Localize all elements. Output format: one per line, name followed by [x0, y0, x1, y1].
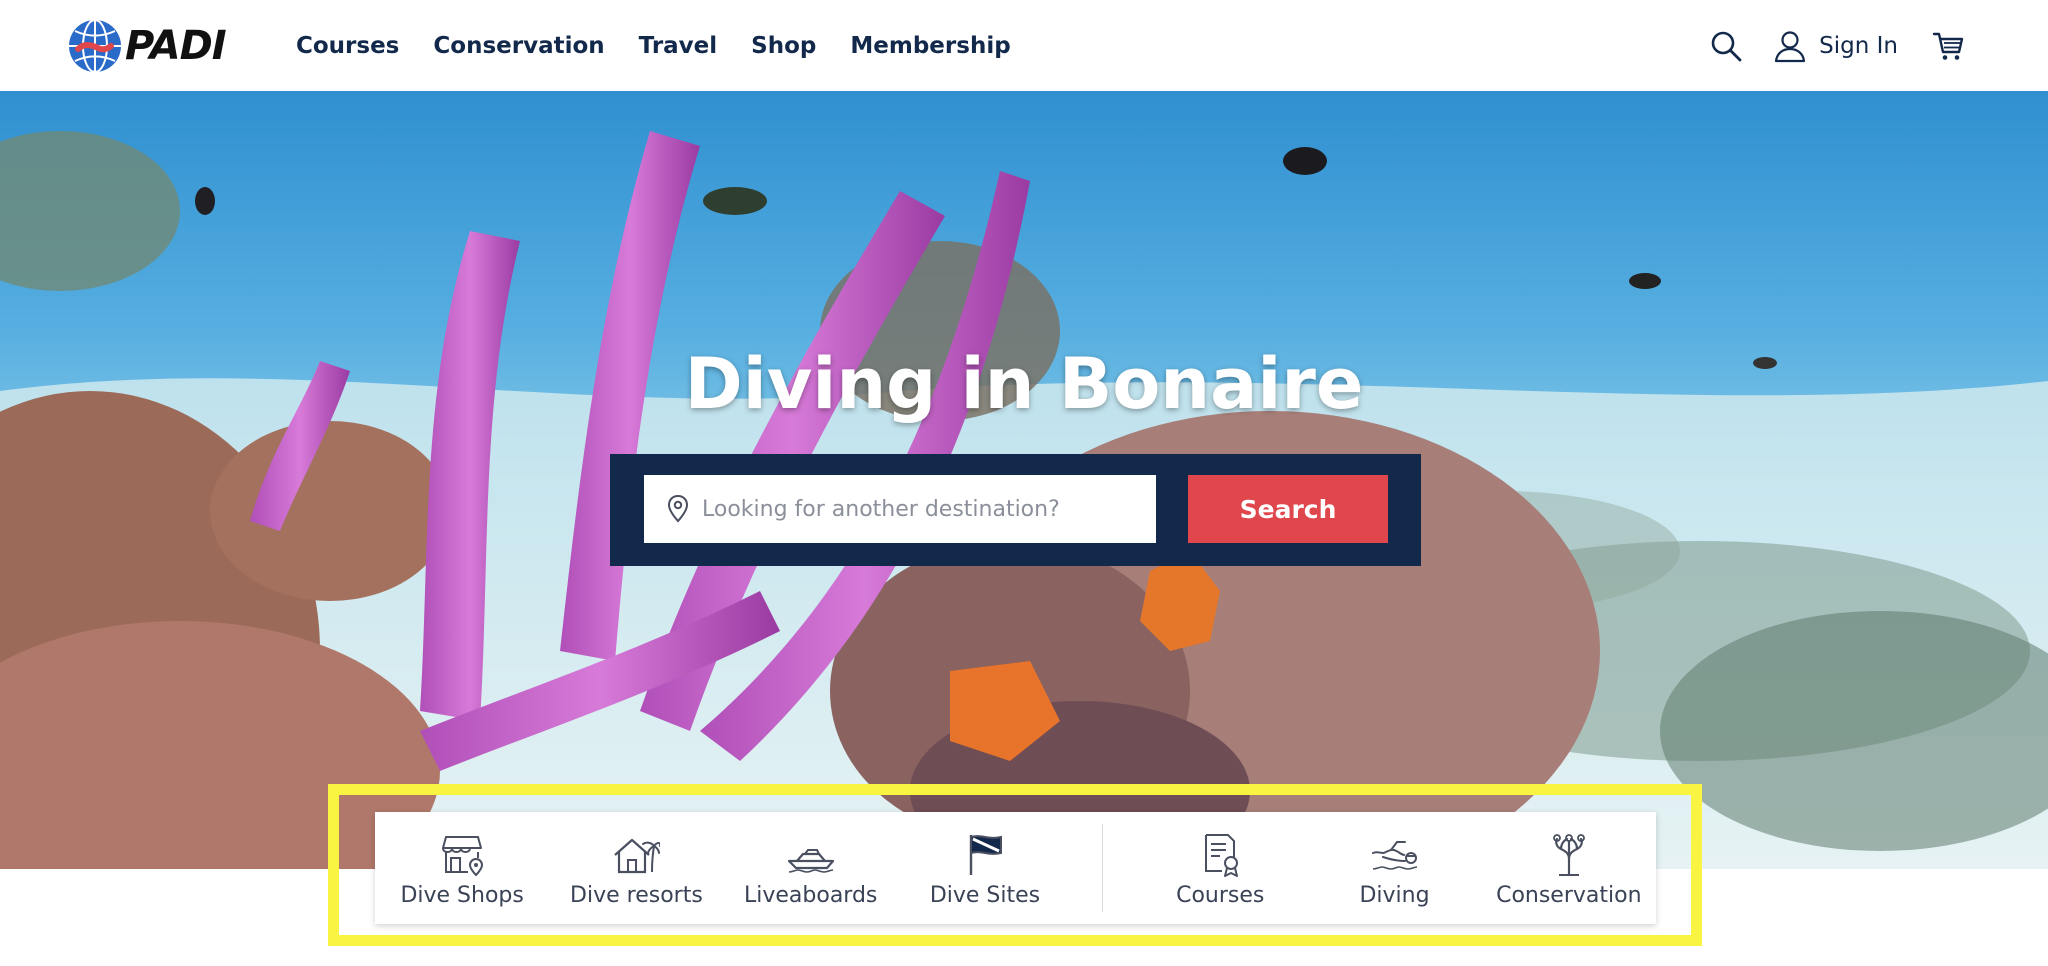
nav-membership[interactable]: Membership	[850, 33, 1010, 59]
category-diving[interactable]: Diving	[1307, 812, 1481, 924]
destination-search-panel: Search	[610, 454, 1421, 566]
category-label: Conservation	[1496, 883, 1642, 908]
category-dive-sites[interactable]: Dive Sites	[898, 812, 1072, 924]
dive-flag-icon	[969, 835, 1002, 875]
nav-shop[interactable]: Shop	[751, 33, 816, 59]
main-nav: Courses Conservation Travel Shop Members…	[296, 0, 1011, 91]
globe-logo-icon	[69, 19, 121, 73]
category-liveaboards[interactable]: Liveaboards	[724, 812, 898, 924]
category-dive-shops[interactable]: Dive Shops	[375, 812, 549, 924]
category-label: Liveaboards	[744, 883, 878, 908]
certificate-icon	[1205, 834, 1239, 877]
category-label: Dive resorts	[570, 883, 703, 908]
dive-shop-icon	[442, 836, 484, 877]
category-label: Dive Shops	[400, 883, 524, 908]
header-actions: Sign In	[1709, 0, 1966, 91]
category-nav-bar: Dive Shops Dive resorts Liveaboards Dive…	[375, 812, 1656, 924]
coral-icon	[1552, 834, 1585, 877]
search-icon[interactable]	[1709, 29, 1743, 63]
sign-in-link[interactable]: Sign In	[1773, 29, 1898, 63]
user-icon	[1775, 30, 1806, 62]
category-label: Diving	[1359, 883, 1430, 908]
destination-search-input[interactable]	[644, 475, 1156, 543]
nav-conservation[interactable]: Conservation	[433, 33, 604, 59]
nav-courses[interactable]: Courses	[296, 33, 399, 59]
padi-logo[interactable]: PADI	[68, 18, 227, 74]
diver-icon	[1371, 841, 1417, 870]
nav-travel[interactable]: Travel	[639, 33, 718, 59]
search-button[interactable]: Search	[1188, 475, 1388, 543]
category-label: Courses	[1176, 883, 1265, 908]
category-label: Dive Sites	[929, 883, 1041, 908]
liveaboard-boat-icon	[787, 849, 834, 873]
site-header: PADI Courses Conservation Travel Shop Me…	[0, 0, 2048, 91]
category-divider	[1102, 824, 1104, 912]
category-dive-resorts[interactable]: Dive resorts	[549, 812, 723, 924]
category-conservation[interactable]: Conservation	[1482, 812, 1656, 924]
logo-wordmark: PADI	[125, 23, 227, 69]
location-pin-icon	[667, 494, 689, 523]
sign-in-label: Sign In	[1819, 32, 1898, 59]
dive-resort-icon	[614, 838, 661, 874]
page-title: Diving in Bonaire	[684, 343, 1364, 425]
category-courses[interactable]: Courses	[1133, 812, 1307, 924]
hero-banner: Diving in Bonaire Search	[0, 91, 2048, 869]
cart-icon[interactable]	[1932, 29, 1966, 63]
